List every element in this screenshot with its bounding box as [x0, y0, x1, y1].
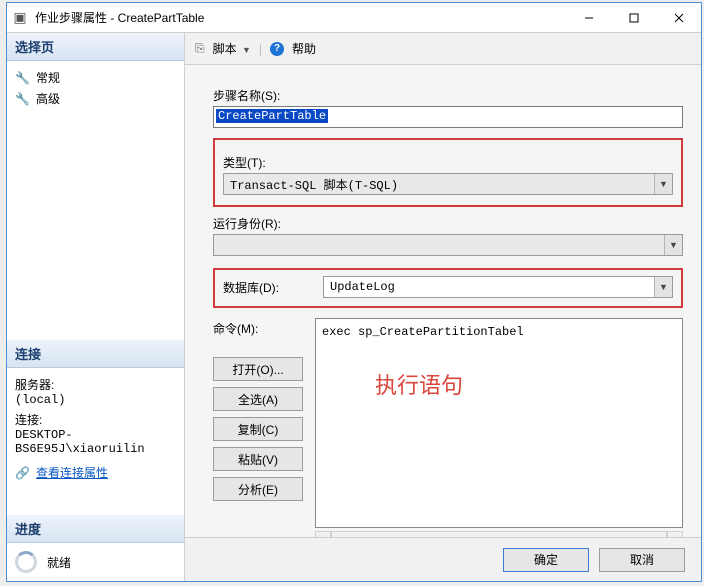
- copy-button[interactable]: 复制(C): [213, 417, 303, 441]
- script-icon: ⎘: [195, 41, 205, 56]
- step-name-input[interactable]: CreatePartTable: [213, 106, 683, 128]
- open-button[interactable]: 打开(O)...: [213, 357, 303, 381]
- chevron-down-icon: ▼: [242, 45, 251, 55]
- database-combo[interactable]: UpdateLog ▼: [323, 276, 673, 298]
- type-label: 类型(T):: [223, 154, 673, 171]
- progress-spinner-icon: [15, 551, 37, 573]
- type-value: Transact-SQL 脚本(T-SQL): [224, 176, 654, 193]
- server-label: 服务器:: [15, 376, 176, 393]
- wrench-icon: 🔧: [15, 71, 30, 85]
- nav-item-general[interactable]: 🔧 常规: [11, 67, 180, 88]
- step-name-label: 步骤名称(S):: [213, 87, 683, 104]
- server-value: (local): [15, 393, 176, 407]
- database-value: UpdateLog: [324, 280, 654, 294]
- dialog-footer: 确定 取消: [185, 537, 701, 581]
- help-icon: ?: [270, 42, 284, 56]
- maximize-button[interactable]: [611, 3, 656, 33]
- command-editor[interactable]: [315, 318, 683, 528]
- runas-label: 运行身份(R):: [213, 215, 683, 232]
- select-page-header: 选择页: [7, 33, 184, 61]
- scroll-right-icon[interactable]: ►: [667, 531, 683, 537]
- nav-list: 🔧 常规 🔧 高级: [7, 61, 184, 115]
- script-dropdown[interactable]: 脚本 ▼: [213, 40, 251, 57]
- progress-row: 就绪: [7, 543, 184, 581]
- chevron-down-icon: ▼: [664, 235, 682, 255]
- connection-section: 服务器: (local) 连接: DESKTOP-BS6E95J\xiaorui…: [7, 368, 184, 485]
- cancel-button[interactable]: 取消: [599, 548, 685, 572]
- ok-button[interactable]: 确定: [503, 548, 589, 572]
- runas-combo[interactable]: ▼: [213, 234, 683, 256]
- window-title: 作业步骤属性 - CreatePartTable: [33, 9, 566, 26]
- main-panel: ⎘ 脚本 ▼ | ? 帮助 步骤名称(S): CreatePartTable 类…: [185, 33, 701, 581]
- dialog-window: ▣ 作业步骤属性 - CreatePartTable 选择页 🔧 常规 🔧 高级: [6, 2, 702, 582]
- chevron-down-icon: ▼: [654, 174, 672, 194]
- command-label: 命令(M):: [213, 318, 283, 337]
- nav-item-advanced[interactable]: 🔧 高级: [11, 88, 180, 109]
- titlebar: ▣ 作业步骤属性 - CreatePartTable: [7, 3, 701, 33]
- command-hscrollbar[interactable]: ◄ ►: [315, 531, 683, 537]
- paste-button[interactable]: 粘贴(V): [213, 447, 303, 471]
- conn-value: DESKTOP-BS6E95J\xiaoruilin: [15, 428, 176, 456]
- app-icon: ▣: [7, 9, 33, 26]
- scroll-left-icon[interactable]: ◄: [315, 531, 331, 537]
- parse-button[interactable]: 分析(E): [213, 477, 303, 501]
- conn-label: 连接:: [15, 411, 176, 428]
- script-label: 脚本: [213, 42, 237, 56]
- minimize-button[interactable]: [566, 3, 611, 33]
- connection-header: 连接: [7, 340, 184, 368]
- form-area: 步骤名称(S): CreatePartTable 类型(T): Transact…: [185, 65, 701, 537]
- progress-status: 就绪: [47, 554, 71, 571]
- type-combo[interactable]: Transact-SQL 脚本(T-SQL) ▼: [223, 173, 673, 195]
- progress-header: 进度: [7, 515, 184, 543]
- db-label: 数据库(D):: [223, 279, 303, 296]
- help-button[interactable]: 帮助: [292, 40, 316, 57]
- link-icon: 🔗: [15, 466, 30, 480]
- view-connection-properties-link[interactable]: 查看连接属性: [36, 464, 108, 481]
- wrench-icon: 🔧: [15, 92, 30, 106]
- step-name-value: CreatePartTable: [216, 109, 328, 123]
- toolbar: ⎘ 脚本 ▼ | ? 帮助: [185, 33, 701, 65]
- chevron-down-icon: ▼: [654, 277, 672, 297]
- left-panel: 选择页 🔧 常规 🔧 高级 连接 服务器: (local) 连接: DESKTO…: [7, 33, 185, 581]
- select-all-button[interactable]: 全选(A): [213, 387, 303, 411]
- close-button[interactable]: [656, 3, 701, 33]
- nav-item-label: 高级: [36, 90, 60, 107]
- nav-item-label: 常规: [36, 69, 60, 86]
